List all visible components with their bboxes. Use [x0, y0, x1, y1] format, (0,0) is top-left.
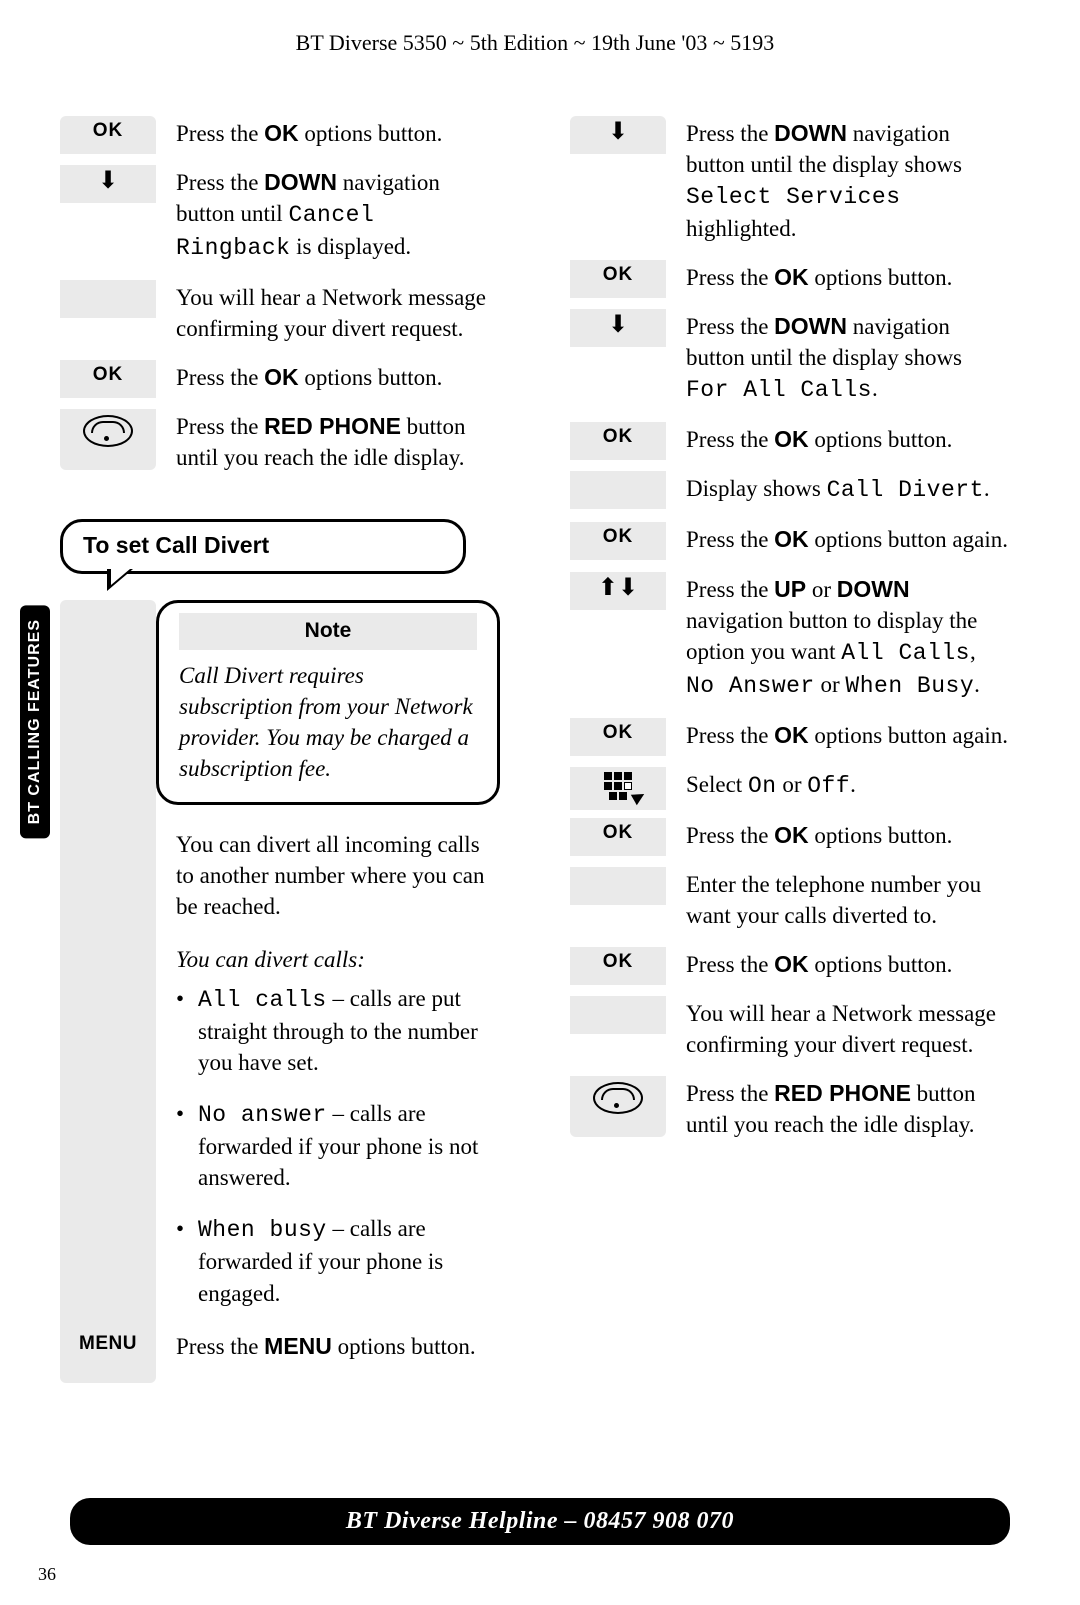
list-item: No answer – calls are forwarded if your …	[176, 1098, 500, 1193]
red-phone-icon	[60, 409, 156, 470]
step-text: Press the DOWN navigation button until C…	[176, 165, 500, 280]
list-item: All calls – calls are put straight throu…	[176, 983, 500, 1078]
step-text: Enter the telephone number you want your…	[686, 867, 1010, 947]
down-arrow-icon: ⬇	[570, 116, 666, 154]
step-text: Press the OK options button.	[686, 260, 1010, 309]
note-body: Call Divert requires subscription from y…	[179, 663, 473, 781]
step-text: You will hear a Network message confirmi…	[686, 996, 1010, 1076]
step-text: Press the RED PHONE button until you rea…	[176, 409, 500, 489]
down-arrow-icon: ⬇	[570, 309, 666, 347]
list-item: When busy – calls are forwarded if your …	[176, 1213, 500, 1308]
menu-icon: MENU	[60, 1329, 156, 1383]
ok-icon: OK	[570, 818, 666, 856]
blank-icon	[570, 996, 666, 1034]
helpline-bar: BT Diverse Helpline – 08457 908 070	[70, 1498, 1010, 1545]
step-text: Press the DOWN navigation button until t…	[686, 309, 1010, 422]
ok-icon: OK	[570, 947, 666, 985]
page-number: 36	[38, 1564, 56, 1585]
step-text: Press the OK options button.	[686, 818, 1010, 867]
right-column: ⬇ Press the DOWN navigation button until…	[570, 116, 1010, 1383]
step-text: You will hear a Network message confirmi…	[176, 280, 500, 360]
keypad-icon	[570, 767, 666, 810]
step-text: Press the OK options button.	[686, 947, 1010, 996]
step-text: Press the UP or DOWN navigation button t…	[686, 572, 1010, 718]
ok-icon: OK	[570, 522, 666, 560]
step-text: Press the OK options button again.	[686, 522, 1010, 571]
step-text: Press the OK options button again.	[686, 718, 1010, 767]
ok-icon: OK	[570, 718, 666, 756]
side-tab: BT CALLING FEATURES	[20, 605, 50, 838]
left-column: OK Press the OK options button. ⬇ Press …	[60, 116, 500, 1383]
step-text: Display shows Call Divert.	[686, 471, 1010, 522]
blank-icon	[570, 867, 666, 905]
ok-icon: OK	[60, 360, 156, 398]
intro-text: You can divert all incoming calls to ano…	[176, 829, 500, 922]
blank-icon	[60, 600, 156, 805]
step-text: Press the DOWN navigation button until t…	[686, 116, 1010, 260]
step-text: Press the OK options button.	[686, 422, 1010, 471]
blank-icon	[60, 805, 156, 1329]
note-box: Note Call Divert requires subscription f…	[156, 600, 500, 805]
step-text: Press the OK options button.	[176, 116, 500, 165]
red-phone-icon	[570, 1076, 666, 1137]
callout-heading: To set Call Divert	[60, 519, 466, 574]
step-text: Press the MENU options button.	[176, 1329, 500, 1378]
step-text: Press the OK options button.	[176, 360, 500, 409]
divert-heading: You can divert calls:	[176, 944, 500, 975]
note-title: Note	[179, 613, 477, 649]
step-text: Press the RED PHONE button until you rea…	[686, 1076, 1010, 1156]
ok-icon: OK	[570, 422, 666, 460]
step-text: Select On or Off.	[686, 767, 1010, 818]
blank-icon	[60, 280, 156, 318]
ok-icon: OK	[60, 116, 156, 154]
page-header: BT Diverse 5350 ~ 5th Edition ~ 19th Jun…	[60, 30, 1010, 56]
up-down-arrow-icon: ⬆⬇	[570, 572, 666, 610]
ok-icon: OK	[570, 260, 666, 298]
down-arrow-icon: ⬇	[60, 165, 156, 203]
blank-icon	[570, 471, 666, 509]
